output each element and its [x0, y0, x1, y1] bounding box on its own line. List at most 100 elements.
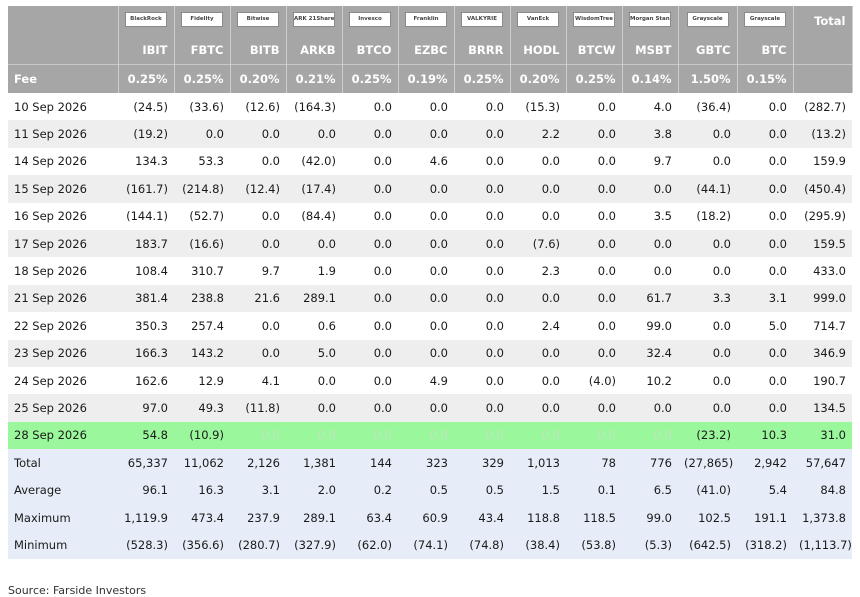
ticker-header-cell: BTC [737, 36, 794, 65]
flow-value-cell: 0.0 [454, 394, 510, 422]
flow-value-cell: (10.9) [174, 421, 230, 450]
ticker-header-cell: BTCW [566, 36, 623, 65]
issuer-logo-cell: Morgan Stanley [622, 6, 679, 36]
issuer-logo: Grayscale [686, 12, 729, 27]
issuer-logo: Grayscale [744, 12, 786, 27]
summary-value-cell: 96.1 [118, 476, 174, 504]
row-total-cell: 159.5 [793, 229, 852, 258]
flow-value-cell: 0.0 [566, 339, 622, 367]
flow-value-cell: 0.0 [230, 339, 286, 367]
flow-value-cell: 0.0 [230, 229, 286, 258]
flow-value-cell: 238.8 [174, 284, 230, 313]
row-date: 14 Sep 2026 [8, 147, 118, 176]
flow-value-cell: 0.0 [398, 120, 454, 148]
flow-value-cell: (36.4) [678, 93, 737, 121]
issuer-logo-cell: Franklin [398, 6, 455, 36]
summary-label: Total [8, 449, 118, 477]
summary-value-cell: 78 [566, 449, 622, 477]
row-total-cell: 714.7 [793, 312, 852, 340]
flow-value-cell: 0.0 [510, 366, 566, 395]
flow-value-cell: 0.0 [566, 312, 622, 340]
fee-cell: 0.25% [342, 64, 399, 93]
flow-value-cell: 9.7 [622, 147, 678, 176]
summary-value-cell: (280.7) [230, 531, 286, 559]
summary-value-cell: (356.6) [174, 531, 230, 559]
summary-total-cell: (1,113.7) [793, 531, 852, 559]
flow-value-cell: (19.2) [118, 120, 174, 148]
flow-value-cell: 0.0 [398, 202, 454, 230]
flow-value-cell: 0.0 [566, 147, 622, 176]
fee-cell: 0.25% [118, 64, 175, 93]
flow-value-cell: 0.0 [174, 120, 230, 148]
flow-value-cell: 10.3 [737, 421, 793, 450]
flow-value-cell: 0.0 [737, 394, 793, 422]
flow-value-cell: 0.0 [510, 394, 566, 422]
flow-value-cell: 99.0 [622, 312, 678, 340]
flow-value-cell: 0.0 [678, 229, 737, 258]
ticker-header-cell: BRRR [454, 36, 511, 65]
ticker-header-cell: FBTC [174, 36, 231, 65]
summary-value-cell: (5.3) [622, 531, 678, 559]
flow-value-cell: 0.0 [510, 202, 566, 230]
row-total-cell: 159.9 [793, 147, 852, 176]
flow-value-cell: 0.0 [566, 93, 622, 121]
table-row: 14 Sep 2026 134.3 53.3 0.0 (42.0) 0.0 4.6 0.0 0.… [8, 147, 852, 176]
issuer-logo: WisdomTree [573, 12, 615, 27]
row-date: 15 Sep 2026 [8, 175, 118, 203]
fee-cell: 0.19% [398, 64, 455, 93]
summary-value-cell: 1,119.9 [118, 503, 174, 532]
fee-cell: 0.14% [622, 64, 679, 93]
row-total-cell: 134.5 [793, 394, 852, 422]
ticker-header-cell: BITB [230, 36, 287, 65]
summary-value-cell: (62.0) [342, 531, 398, 559]
ticker-total-blank [793, 36, 853, 65]
flow-value-cell: 0.0 [230, 147, 286, 176]
flow-value-cell: (44.1) [678, 175, 737, 203]
summary-value-cell: (27,865) [678, 449, 737, 477]
summary-value-cell: 237.9 [230, 503, 286, 532]
issuer-logo-cell: Grayscale [737, 6, 794, 36]
row-total-cell: (295.9) [793, 202, 852, 230]
ticker-header-cell: ARKB [286, 36, 343, 65]
ticker-header-cell: MSBT [622, 36, 679, 65]
summary-total-cell: 84.8 [793, 476, 852, 504]
flow-value-cell: (144.1) [118, 202, 174, 230]
summary-value-cell: (327.9) [286, 531, 342, 559]
row-date: 17 Sep 2026 [8, 229, 118, 258]
flow-value-cell: 0.0 [454, 366, 510, 395]
flow-value-cell: 0.0 [342, 339, 398, 367]
row-total-cell: (13.2) [793, 120, 852, 148]
fee-label: Fee [8, 64, 119, 93]
flow-value-cell: 2.3 [510, 257, 566, 285]
summary-value-cell: 776 [622, 449, 678, 477]
flow-value-cell: 0.0 [622, 421, 678, 450]
flow-value-cell: 0.0 [566, 175, 622, 203]
row-total-cell: 31.0 [793, 421, 852, 450]
flow-value-cell: 0.0 [678, 366, 737, 395]
flow-value-cell: (52.7) [174, 202, 230, 230]
flow-value-cell: 4.1 [230, 366, 286, 395]
flow-value-cell: (33.6) [174, 93, 230, 121]
flow-value-cell: (24.5) [118, 93, 174, 121]
flow-value-cell: 0.0 [510, 175, 566, 203]
table-body: BlackRock Fidelity Bitwise ARK 21Shares Inve… [8, 6, 853, 559]
flow-value-cell: 0.0 [398, 339, 454, 367]
flow-value-cell: 0.0 [678, 394, 737, 422]
flow-value-cell: 0.0 [342, 421, 398, 450]
row-total-cell: 346.9 [793, 339, 852, 367]
flow-value-cell: 9.7 [230, 257, 286, 285]
flow-value-cell: 3.3 [678, 284, 737, 313]
flow-value-cell: 0.0 [286, 120, 342, 148]
flow-value-cell: 0.0 [286, 394, 342, 422]
flow-value-cell: (7.6) [510, 229, 566, 258]
summary-label: Minimum [8, 531, 118, 559]
flow-value-cell: 0.0 [398, 257, 454, 285]
flow-value-cell: (12.4) [230, 175, 286, 203]
fee-cell: 1.50% [678, 64, 738, 93]
summary-value-cell: 2,126 [230, 449, 286, 477]
flow-value-cell: 0.0 [454, 257, 510, 285]
summary-value-cell: 5.4 [737, 476, 793, 504]
flow-value-cell: 0.0 [737, 175, 793, 203]
flow-value-cell: 0.0 [342, 202, 398, 230]
flow-value-cell: (12.6) [230, 93, 286, 121]
